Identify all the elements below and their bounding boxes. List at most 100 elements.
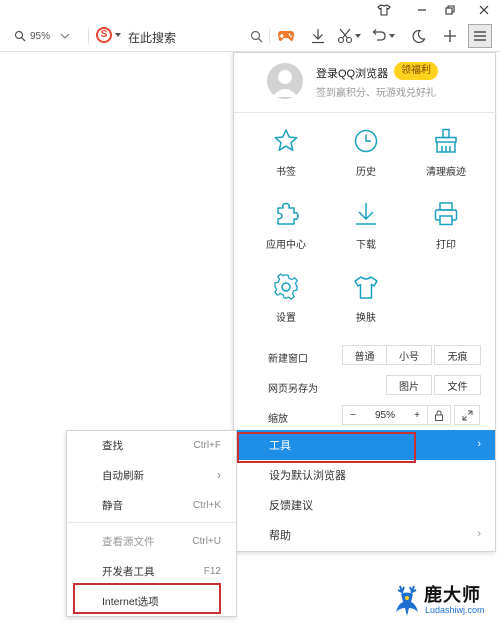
- new-window-normal-button[interactable]: 普通: [342, 345, 387, 365]
- settings-button[interactable]: 设置: [251, 273, 321, 337]
- sogou-logo-icon: S: [96, 27, 112, 43]
- close-icon[interactable]: [470, 0, 498, 20]
- app-center-button[interactable]: 应用中心: [251, 200, 321, 264]
- zoom-value: 95%: [30, 30, 51, 42]
- plus-icon[interactable]: [440, 26, 460, 46]
- fullscreen-button[interactable]: [454, 405, 480, 425]
- menu-item-tools-label: 工具: [269, 440, 291, 452]
- printer-icon: [434, 202, 458, 226]
- bookmarks-label: 书签: [276, 167, 296, 178]
- watermark: 鹿大师 Ludashiwj.com: [388, 580, 500, 623]
- restore-icon[interactable]: [436, 0, 464, 20]
- submenu-item-mute[interactable]: 静音 Ctrl+K: [67, 491, 236, 519]
- menu-item-help[interactable]: 帮助 ›: [234, 520, 495, 550]
- divider: [269, 28, 270, 44]
- history-label: 历史: [356, 167, 376, 178]
- shirt-icon[interactable]: [370, 0, 398, 20]
- zoom-control[interactable]: 95%: [14, 27, 72, 45]
- submenu-item-view-source[interactable]: 查看源文件 Ctrl+U: [67, 527, 236, 555]
- puzzle-icon: [277, 202, 299, 225]
- chevron-right-icon: ›: [477, 438, 481, 450]
- shortcut-label: Ctrl+K: [192, 499, 221, 511]
- submenu-item-internet-options[interactable]: Internet选项: [67, 587, 236, 615]
- submenu-item-auto-refresh[interactable]: 自动刷新 ›: [67, 461, 236, 489]
- search-icon[interactable]: [246, 26, 266, 46]
- deer-logo-icon: [396, 585, 418, 616]
- shirt-icon: [354, 276, 378, 299]
- clock-icon: [354, 129, 378, 153]
- download-icon[interactable]: [308, 26, 328, 46]
- menu-item-feedback-label: 反馈建议: [269, 500, 313, 512]
- save-as-file-button[interactable]: 文件: [434, 375, 481, 395]
- minimize-icon[interactable]: [408, 0, 436, 20]
- menu-item-set-default-browser-label: 设为默认浏览器: [269, 470, 346, 482]
- divider: [67, 522, 236, 523]
- gear-icon: [274, 273, 298, 300]
- browser-main-menu: 登录QQ浏览器 领福利 签到赢积分、玩游戏兑好礼 书签 历史 清理痕迹 应用中心…: [233, 52, 497, 552]
- shortcut-label: Ctrl+U: [192, 535, 221, 547]
- watermark-url: Ludashiwj.com: [425, 605, 485, 615]
- save-as-image-button[interactable]: 图片: [386, 375, 432, 395]
- submenu-item-developer-tools-label: 开发者工具: [102, 565, 155, 578]
- zoom-value: 95%: [374, 409, 395, 421]
- downloads-label: 下载: [356, 240, 376, 251]
- menu-item-set-default-browser[interactable]: 设为默认浏览器: [234, 460, 495, 490]
- search-engine-selector[interactable]: S: [96, 27, 121, 43]
- new-window-small-button[interactable]: 小号: [386, 345, 432, 365]
- menu-item-feedback[interactable]: 反馈建议: [234, 490, 495, 520]
- login-title[interactable]: 登录QQ浏览器: [316, 65, 388, 81]
- divider: [88, 28, 89, 44]
- history-button[interactable]: 历史: [331, 127, 401, 191]
- scissors-icon[interactable]: [336, 26, 362, 46]
- menu-item-tools[interactable]: 工具 ›: [234, 430, 495, 460]
- caret-down-icon: [115, 33, 121, 37]
- undo-icon[interactable]: [370, 26, 396, 46]
- print-button[interactable]: 打印: [411, 200, 481, 264]
- submenu-item-find[interactable]: 查找 Ctrl+F: [67, 431, 236, 459]
- lock-zoom-button[interactable]: [427, 405, 451, 425]
- moon-icon[interactable]: [408, 26, 428, 46]
- save-as-label: 网页另存为: [268, 384, 318, 395]
- menu-item-help-label: 帮助: [269, 530, 291, 542]
- expand-icon: [462, 410, 472, 420]
- submenu-item-view-source-label: 查看源文件: [102, 535, 155, 548]
- download-icon: [356, 203, 376, 225]
- submenu-item-auto-refresh-label: 自动刷新: [102, 469, 144, 482]
- zoom-label: 缩放: [268, 414, 288, 425]
- bookmarks-button[interactable]: 书签: [251, 127, 321, 191]
- new-window-incognito-button[interactable]: 无痕: [434, 345, 481, 365]
- clear-traces-label: 清理痕迹: [426, 167, 466, 178]
- lock-icon: [435, 409, 443, 421]
- game-controller-icon[interactable]: [276, 26, 296, 46]
- zoom-stepper: − 95% +: [342, 405, 428, 425]
- broom-icon: [435, 128, 457, 153]
- print-label: 打印: [436, 240, 456, 251]
- login-section[interactable]: 登录QQ浏览器 领福利 签到赢积分、玩游戏兑好礼: [234, 53, 497, 113]
- settings-label: 设置: [276, 313, 296, 324]
- avatar[interactable]: [267, 63, 303, 99]
- submenu-item-mute-label: 静音: [102, 499, 123, 512]
- shortcut-label: F12: [203, 565, 221, 577]
- app-center-label: 应用中心: [266, 240, 306, 251]
- submenu-item-find-label: 查找: [102, 439, 123, 452]
- toolbar: 95% S 在此搜索: [0, 20, 500, 52]
- zoom-in-button[interactable]: +: [414, 410, 420, 421]
- shortcut-label: Ctrl+F: [193, 439, 222, 451]
- change-skin-button[interactable]: 换肤: [331, 273, 401, 337]
- zoom-search-icon: [14, 30, 26, 42]
- hamburger-menu-icon[interactable]: [468, 24, 492, 48]
- rewards-badge[interactable]: 领福利: [394, 62, 438, 80]
- watermark-title: 鹿大师: [424, 585, 481, 605]
- search-input[interactable]: 在此搜索: [128, 29, 176, 46]
- change-skin-label: 换肤: [356, 313, 376, 324]
- clear-traces-button[interactable]: 清理痕迹: [411, 127, 481, 191]
- star-icon: [274, 129, 298, 151]
- submenu-item-developer-tools[interactable]: 开发者工具 F12: [67, 557, 236, 585]
- tools-submenu: 查找 Ctrl+F 自动刷新 › 静音 Ctrl+K 查看源文件 Ctrl+U …: [66, 430, 237, 617]
- chevron-right-icon: ›: [217, 468, 221, 482]
- zoom-out-button[interactable]: −: [350, 410, 356, 421]
- submenu-item-internet-options-label: Internet选项: [102, 595, 159, 608]
- downloads-button[interactable]: 下载: [331, 200, 401, 264]
- login-subtitle: 签到赢积分、玩游戏兑好礼: [316, 88, 436, 99]
- title-bar: [0, 0, 500, 20]
